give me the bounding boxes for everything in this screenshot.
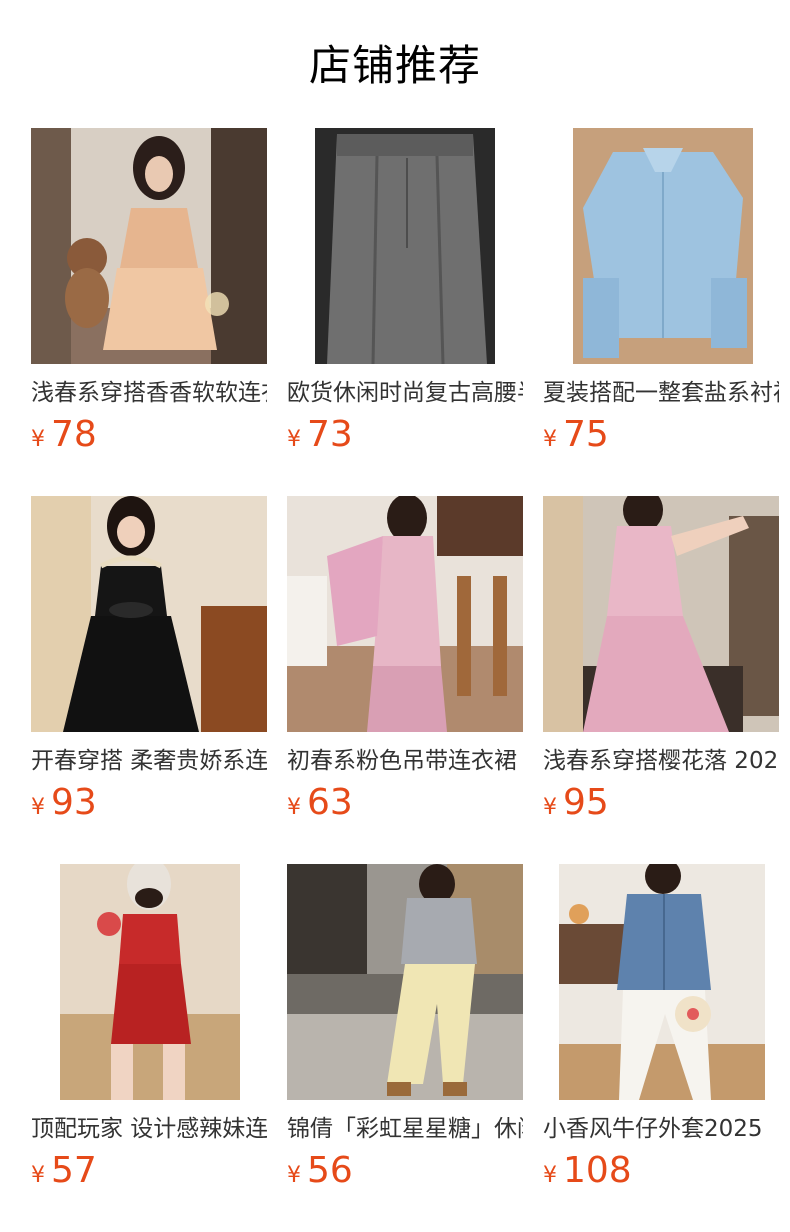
currency-symbol: ¥ <box>287 795 301 820</box>
price-value: 95 <box>563 782 609 823</box>
price-value: 78 <box>51 414 97 455</box>
product-price: ¥78 <box>31 414 97 458</box>
product-card-1[interactable]: 浅春系穿搭香香软软连衣裙 ¥78 <box>31 128 267 496</box>
page-title: 店铺推荐 <box>308 41 481 90</box>
product-price: ¥73 <box>287 414 353 458</box>
product-card-6[interactable]: 浅春系穿搭樱花落 2025 ¥95 <box>543 496 779 864</box>
product-price: ¥93 <box>31 782 97 826</box>
price-value: 73 <box>307 414 353 455</box>
price-value: 108 <box>563 1150 632 1191</box>
product-name[interactable]: 锦倩「彩虹星星糖」休闲裤 <box>287 1114 523 1144</box>
shop-recommendations-page: 店铺推荐 浅春系穿搭香香软软连衣裙 <box>0 0 790 1232</box>
product-card-9[interactable]: 小香风牛仔外套2025 ¥108 <box>543 864 779 1232</box>
product-card-4[interactable]: 开春穿搭 柔奢贵娇系连衣裙 ¥93 <box>31 496 267 864</box>
gray-skirt-photo-icon <box>287 128 523 364</box>
product-card-2[interactable]: 欧货休闲时尚复古高腰半身裙 ¥73 <box>287 128 523 496</box>
blue-shirt-photo-icon <box>543 128 779 364</box>
pink-long-dress-photo-icon <box>543 496 779 732</box>
yellow-pants-photo-icon <box>287 864 523 1100</box>
product-image[interactable] <box>287 128 523 364</box>
product-image[interactable] <box>31 496 267 732</box>
price-value: 56 <box>307 1150 353 1191</box>
red-dress-photo-icon <box>31 864 267 1100</box>
price-value: 57 <box>51 1150 97 1191</box>
currency-symbol: ¥ <box>543 795 557 820</box>
product-name[interactable]: 浅春系穿搭香香软软连衣裙 <box>31 378 267 408</box>
currency-symbol: ¥ <box>31 795 45 820</box>
product-price: ¥56 <box>287 1150 353 1194</box>
product-name[interactable]: 初春系粉色吊带连衣裙 <box>287 746 523 776</box>
product-image[interactable] <box>287 496 523 732</box>
black-dress-photo-icon <box>31 496 267 732</box>
product-name[interactable]: 欧货休闲时尚复古高腰半身裙 <box>287 378 523 408</box>
currency-symbol: ¥ <box>543 427 557 452</box>
product-image[interactable] <box>31 128 267 364</box>
currency-symbol: ¥ <box>287 1163 301 1188</box>
product-image[interactable] <box>287 864 523 1100</box>
product-price: ¥75 <box>543 414 609 458</box>
pleated-dress-photo-icon <box>31 128 267 364</box>
currency-symbol: ¥ <box>31 1163 45 1188</box>
product-name[interactable]: 浅春系穿搭樱花落 2025 <box>543 746 779 776</box>
product-price: ¥108 <box>543 1150 632 1194</box>
product-name[interactable]: 开春穿搭 柔奢贵娇系连衣裙 <box>31 746 267 776</box>
product-price: ¥95 <box>543 782 609 826</box>
price-value: 93 <box>51 782 97 823</box>
product-price: ¥63 <box>287 782 353 826</box>
product-card-5[interactable]: 初春系粉色吊带连衣裙 ¥63 <box>287 496 523 864</box>
denim-jacket-photo-icon <box>543 864 779 1100</box>
product-card-7[interactable]: 顶配玩家 设计感辣妹连衣裙 ¥57 <box>31 864 267 1232</box>
product-price: ¥57 <box>31 1150 97 1194</box>
price-value: 63 <box>307 782 353 823</box>
currency-symbol: ¥ <box>31 427 45 452</box>
product-image[interactable] <box>543 128 779 364</box>
product-image[interactable] <box>543 496 779 732</box>
product-name[interactable]: 顶配玩家 设计感辣妹连衣裙 <box>31 1114 267 1144</box>
pink-dress-photo-icon <box>287 496 523 732</box>
product-card-3[interactable]: 夏装搭配一整套盐系衬衫 ¥75 <box>543 128 779 496</box>
product-grid: 浅春系穿搭香香软软连衣裙 ¥78 欧货休闲时尚复古高腰半身裙 ¥ <box>31 128 781 1232</box>
product-name[interactable]: 小香风牛仔外套2025 <box>543 1114 779 1144</box>
product-card-8[interactable]: 锦倩「彩虹星星糖」休闲裤 ¥56 <box>287 864 523 1232</box>
product-image[interactable] <box>543 864 779 1100</box>
product-image[interactable] <box>31 864 267 1100</box>
currency-symbol: ¥ <box>287 427 301 452</box>
currency-symbol: ¥ <box>543 1163 557 1188</box>
product-name[interactable]: 夏装搭配一整套盐系衬衫 <box>543 378 779 408</box>
price-value: 75 <box>563 414 609 455</box>
